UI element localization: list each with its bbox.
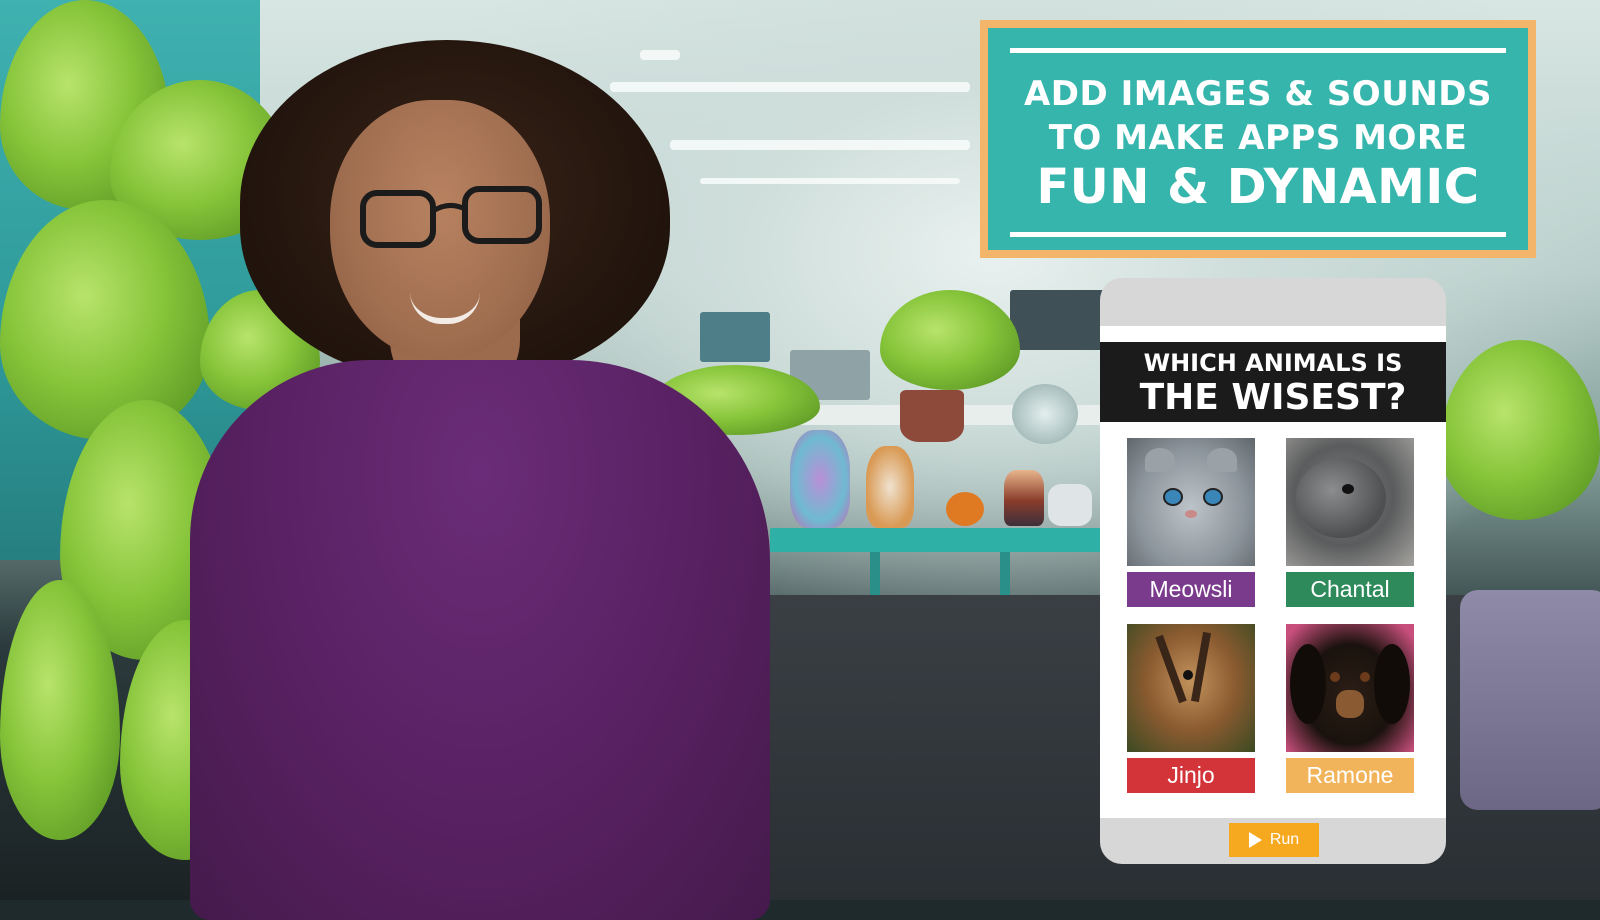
title-banner: ADD IMAGES & SOUNDS TO MAKE APPS MORE FU… xyxy=(980,20,1536,258)
toy-figurine xyxy=(1004,470,1044,526)
pumpkin-pot xyxy=(946,492,984,526)
run-button[interactable]: Run xyxy=(1229,823,1319,857)
animal-option-meowsli[interactable]: Meowsli xyxy=(1127,438,1255,607)
question-header: WHICH ANIMALS IS THE WISEST? xyxy=(1100,342,1446,422)
pillow xyxy=(1460,590,1600,810)
toy-figurine xyxy=(866,446,914,528)
animal-name[interactable]: Meowsli xyxy=(1127,572,1255,607)
seal-eye xyxy=(1342,484,1354,494)
seal-head xyxy=(1296,458,1386,538)
cat-nose xyxy=(1185,510,1197,518)
phone-mockup: WHICH ANIMALS IS THE WISEST? Meowsli Cha… xyxy=(1100,278,1446,864)
dog-snout xyxy=(1336,690,1364,718)
title-banner-panel: ADD IMAGES & SOUNDS TO MAKE APPS MORE FU… xyxy=(988,28,1528,250)
ceiling-light xyxy=(700,178,960,184)
banner-line-2: TO MAKE APPS MORE xyxy=(1048,118,1468,158)
dachshund-photo[interactable] xyxy=(1286,624,1414,752)
seal-photo[interactable] xyxy=(1286,438,1414,566)
run-button-label: Run xyxy=(1269,831,1300,848)
banner-rule-bottom xyxy=(1010,232,1506,237)
banner-line-3: FUN & DYNAMIC xyxy=(1036,159,1480,215)
toy-figurine xyxy=(790,430,850,528)
dog-eye xyxy=(1360,672,1370,682)
plant xyxy=(1440,340,1600,520)
cat-photo[interactable] xyxy=(1127,438,1255,566)
animal-option-jinjo[interactable]: Jinjo xyxy=(1127,624,1255,793)
office-monitor xyxy=(1010,290,1105,350)
play-icon xyxy=(1248,832,1262,848)
chipmunk-eye xyxy=(1183,670,1193,680)
plant xyxy=(880,290,1020,390)
chipmunk-stripe xyxy=(1190,631,1212,703)
cat-ear xyxy=(1145,448,1175,472)
ceiling-light xyxy=(610,82,970,92)
cat-ear xyxy=(1207,448,1237,472)
animal-name[interactable]: Chantal xyxy=(1286,572,1414,607)
animal-option-ramone[interactable]: Ramone xyxy=(1286,624,1414,793)
banner-rule-top xyxy=(1010,48,1506,53)
chipmunk-stripe xyxy=(1155,634,1187,704)
app-screen: WHICH ANIMALS IS THE WISEST? Meowsli Cha… xyxy=(1100,326,1446,818)
animal-name[interactable]: Jinjo xyxy=(1127,758,1255,793)
dog-ear xyxy=(1290,644,1326,724)
ceiling-light xyxy=(670,140,970,150)
plant-pot xyxy=(1048,484,1092,526)
teal-table xyxy=(770,528,1110,552)
animal-option-chantal[interactable]: Chantal xyxy=(1286,438,1414,607)
animal-name[interactable]: Ramone xyxy=(1286,758,1414,793)
chipmunk-photo[interactable] xyxy=(1127,624,1255,752)
glasses xyxy=(360,186,542,248)
office-monitor xyxy=(700,312,770,362)
banner-line-1: ADD IMAGES & SOUNDS xyxy=(1023,74,1492,114)
dog-eye xyxy=(1330,672,1340,682)
terrarium xyxy=(1012,384,1078,444)
person-shirt xyxy=(190,360,770,920)
ceiling-light xyxy=(640,50,680,60)
dog-ear xyxy=(1374,644,1410,724)
question-line-1: WHICH ANIMALS IS xyxy=(1143,349,1403,377)
cat-eye xyxy=(1163,488,1183,506)
plant-pot xyxy=(900,390,964,442)
question-line-2: THE WISEST? xyxy=(1139,377,1407,418)
cat-eye xyxy=(1203,488,1223,506)
